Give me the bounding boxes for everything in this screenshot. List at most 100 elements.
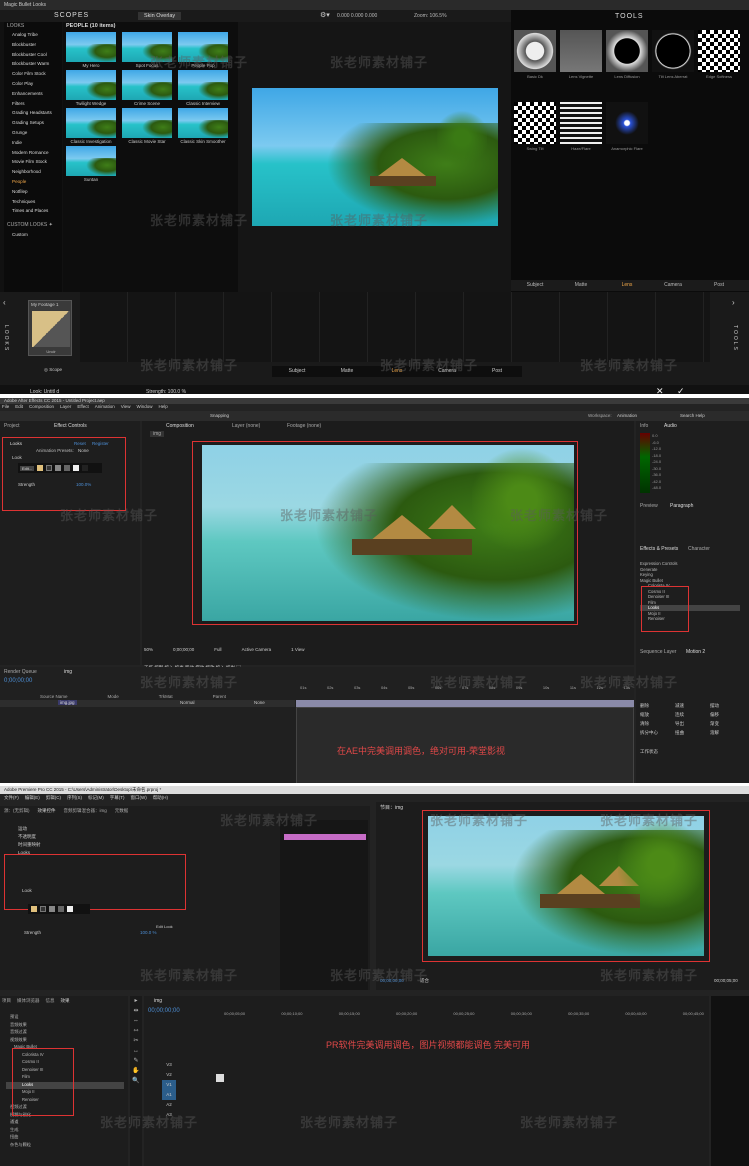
- preset-thumbnail[interactable]: [66, 32, 116, 62]
- tool-tile[interactable]: [514, 102, 556, 144]
- look-category-item[interactable]: Modern Romance: [12, 148, 62, 158]
- preset-thumbnail[interactable]: [122, 108, 172, 138]
- preset-thumbnail[interactable]: [178, 70, 228, 100]
- tool-tile[interactable]: [560, 30, 602, 72]
- layer-tab[interactable]: Layer (none): [232, 423, 260, 429]
- timeline-timecode[interactable]: 0;00;00;00: [4, 678, 32, 684]
- animation-presets-value[interactable]: None: [78, 448, 89, 453]
- pr-source-tab[interactable]: 效果控件: [38, 808, 56, 814]
- look-category-item[interactable]: Enhancements: [12, 89, 62, 99]
- bottom-tab[interactable]: Matte: [324, 368, 370, 374]
- pr-menu-item[interactable]: 字幕(T): [110, 795, 125, 801]
- pr-edit-look[interactable]: Edit Look: [156, 924, 173, 929]
- side-button[interactable]: 清除: [640, 721, 675, 727]
- side-button[interactable]: 连续: [675, 712, 710, 718]
- look-category-item[interactable]: Neighborhood: [12, 167, 62, 177]
- pr-project-tab[interactable]: 信息: [46, 998, 55, 1004]
- tool-tile[interactable]: [606, 102, 648, 144]
- skin-overlay-button[interactable]: Skin Overlay: [138, 12, 182, 20]
- viewer-footer-item[interactable]: Full: [214, 647, 221, 655]
- pr-fx-row[interactable]: 运动: [8, 826, 41, 834]
- ae-menu-item[interactable]: Effect: [77, 404, 88, 411]
- viewer-footer-item[interactable]: 0;00;00;00: [173, 647, 194, 655]
- look-category-item[interactable]: Filters: [12, 99, 62, 109]
- looks-toggle[interactable]: ‹ LOOKS: [3, 298, 17, 378]
- preset-thumbnail[interactable]: [66, 70, 116, 100]
- side-button[interactable]: 偏移: [710, 712, 745, 718]
- preset-thumbnail[interactable]: [178, 108, 228, 138]
- custom-item[interactable]: Custom: [4, 230, 62, 240]
- side-button[interactable]: 渐变: [710, 721, 745, 727]
- pr-fx-row[interactable]: 时间重映射: [8, 842, 41, 850]
- effect-controls-tab[interactable]: Effect Controls: [54, 423, 87, 429]
- side-button[interactable]: 删除: [640, 703, 675, 709]
- side-button[interactable]: 减速: [675, 703, 710, 709]
- gear-icon[interactable]: ⚙▾: [320, 11, 330, 19]
- pr-effects-tree-item[interactable]: 视频效果: [6, 1037, 124, 1045]
- pr-track-label[interactable]: A1: [162, 1090, 176, 1100]
- timeline-tab[interactable]: img: [64, 669, 72, 675]
- tool-tab[interactable]: Matte: [559, 282, 603, 288]
- ae-menu-item[interactable]: Window: [136, 404, 152, 411]
- edit-look-button[interactable]: Edit...: [20, 465, 35, 471]
- project-tab[interactable]: Project: [4, 423, 20, 429]
- side-button[interactable]: 溶解: [710, 730, 745, 736]
- viewer-footer-item[interactable]: Active Camera: [242, 647, 272, 655]
- pr-menu-item[interactable]: 剪辑(C): [46, 795, 61, 801]
- seq-tab[interactable]: img: [154, 998, 162, 1004]
- look-category-item[interactable]: Movie Film Stock: [12, 157, 62, 167]
- ae-menu-item[interactable]: Edit: [15, 404, 23, 411]
- seq-timecode[interactable]: 00;00;00;00: [148, 1008, 180, 1014]
- pr-strength-value[interactable]: 100.0 %: [140, 930, 157, 935]
- pr-track-label[interactable]: A2: [162, 1100, 176, 1110]
- tool-tab[interactable]: Lens: [605, 282, 649, 288]
- side-button[interactable]: 扭曲: [675, 730, 710, 736]
- pr-fx-row[interactable]: 不透明度: [8, 834, 41, 842]
- fx-reset-link[interactable]: Reset: [74, 441, 86, 446]
- look-category-item[interactable]: Blockbuster Warm: [12, 59, 62, 69]
- pr-clip[interactable]: [216, 1074, 224, 1082]
- footage-tab[interactable]: Footage (none): [287, 423, 321, 429]
- bottom-tab[interactable]: Subject: [274, 368, 320, 374]
- viewer-footer-item[interactable]: 50%: [144, 647, 153, 655]
- pr-menu-item[interactable]: 编辑(E): [25, 795, 40, 801]
- pr-track-label[interactable]: V2: [162, 1070, 176, 1080]
- preset-thumbnail[interactable]: [66, 108, 116, 138]
- look-category-item[interactable]: Blockbuster: [12, 40, 62, 50]
- timeline-track-bar[interactable]: [296, 700, 634, 707]
- ae-menu-item[interactable]: View: [121, 404, 131, 411]
- ae-menu-item[interactable]: Animation: [95, 404, 115, 411]
- pr-menu-item[interactable]: 序列(S): [67, 795, 82, 801]
- tool-tab[interactable]: Subject: [513, 282, 557, 288]
- info-tab[interactable]: Info: [640, 423, 648, 429]
- pr-effects-tree-item[interactable]: 预设: [6, 1014, 124, 1022]
- tools-toggle[interactable]: › TOOLS: [732, 298, 746, 378]
- tool-tile[interactable]: [698, 30, 740, 72]
- pr-project-tab[interactable]: 效果: [61, 998, 70, 1004]
- search-help[interactable]: Search Help: [680, 413, 705, 418]
- character-tab[interactable]: Character: [688, 546, 710, 552]
- fx-register-link[interactable]: Register: [92, 441, 109, 446]
- snapping-toggle[interactable]: Snapping: [210, 413, 229, 418]
- ae-menu-item[interactable]: Layer: [60, 404, 71, 411]
- pr-source-tab[interactable]: 元数据: [115, 808, 129, 814]
- audio-tab[interactable]: Audio: [664, 423, 677, 429]
- look-category-item[interactable]: Indie: [12, 138, 62, 148]
- viewer-footer-item[interactable]: 1 View: [291, 647, 304, 655]
- pr-source-tab[interactable]: 源：(无剪辑): [4, 808, 30, 814]
- pr-effects-tree-item[interactable]: 杂色与颗粒: [6, 1142, 124, 1150]
- look-category-item[interactable]: Times and Places: [12, 206, 62, 216]
- preset-thumbnail[interactable]: [122, 70, 172, 100]
- timeline-layer-row[interactable]: img.jpg Normal None: [0, 700, 295, 707]
- comp-name-chip[interactable]: img: [150, 431, 165, 437]
- look-category-item[interactable]: Color Film Stock: [12, 69, 62, 79]
- custom-looks-header[interactable]: CUSTOM LOOKS ✦: [4, 216, 62, 230]
- pr-project-tab[interactable]: 项目: [2, 998, 11, 1004]
- pr-menu-item[interactable]: 标记(M): [88, 795, 104, 801]
- composition-tab[interactable]: Composition: [166, 423, 194, 429]
- preset-thumbnail[interactable]: [66, 146, 116, 176]
- tool-tab[interactable]: Camera: [651, 282, 695, 288]
- pr-menu-item[interactable]: 帮助(H): [153, 795, 168, 801]
- ae-menu-item[interactable]: File: [2, 404, 9, 411]
- look-category-item[interactable]: Grading Setups: [12, 118, 62, 128]
